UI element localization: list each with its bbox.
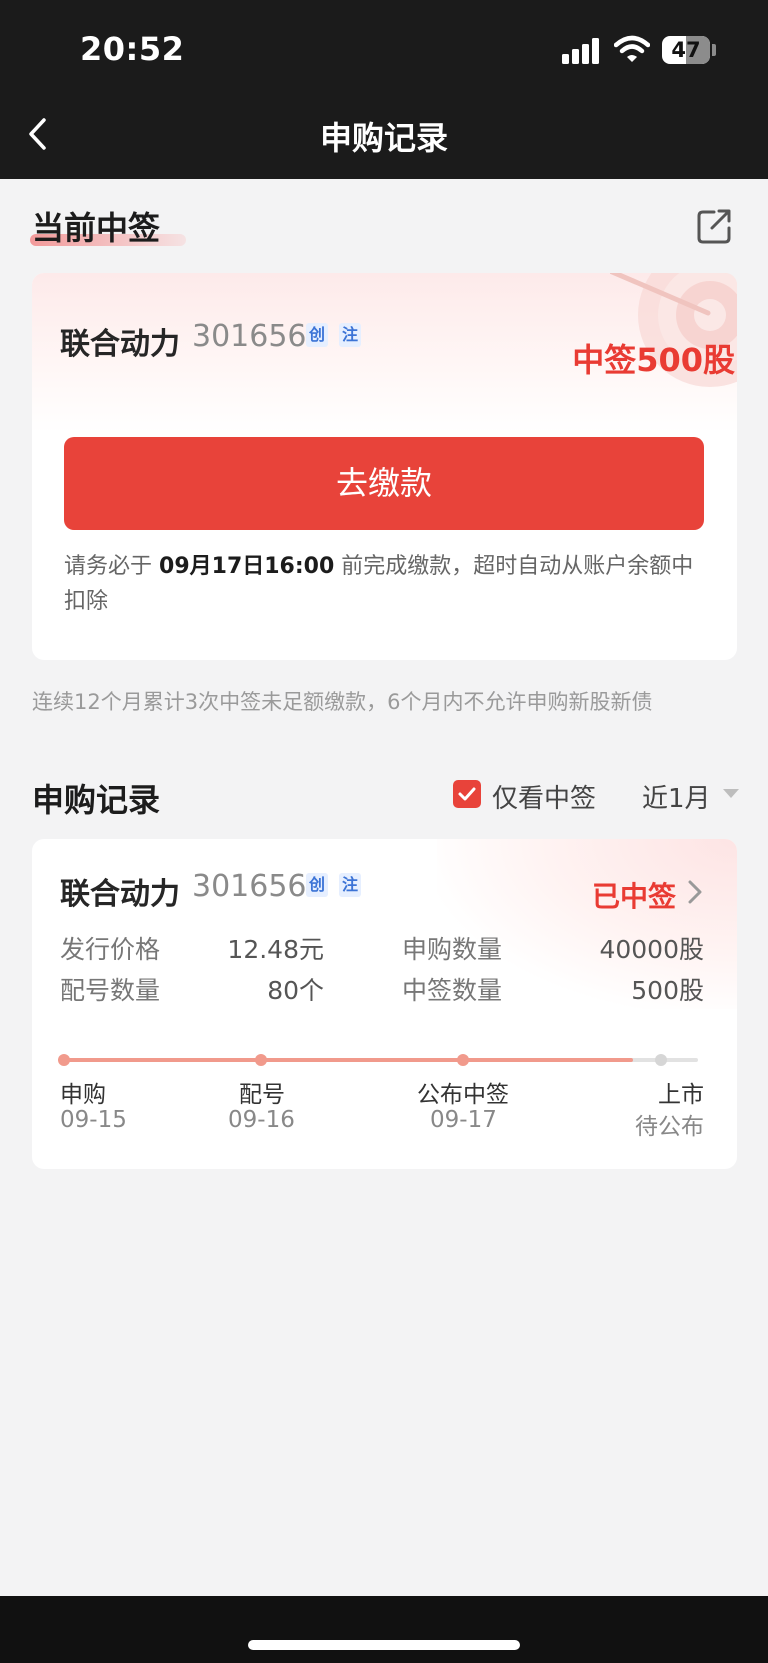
- step-label-listing: 上市: [658, 1082, 704, 1108]
- won-shares: 中签500股: [572, 341, 735, 379]
- issue-price-value: 12.48元: [227, 935, 324, 964]
- record-card[interactable]: 联合动力 301656 创 注 已中签 发行价格 12.48元 申购数量 400…: [32, 839, 737, 1169]
- step-date-apply: 09-15: [60, 1107, 127, 1133]
- stock-code: 301656: [192, 869, 307, 904]
- caret-down-icon[interactable]: [723, 789, 739, 798]
- step-dot-announce: [457, 1054, 469, 1066]
- stock-name: 联合动力: [60, 327, 180, 362]
- records-title: 申购记录: [32, 781, 161, 819]
- current-win-card: 联合动力 301656 创 注 中签500股 去缴款 请务必于 09月17日16…: [32, 273, 737, 660]
- step-date-allot: 09-16: [228, 1107, 295, 1133]
- step-date-announce: 09-17: [430, 1107, 497, 1133]
- battery-level: 47: [671, 38, 701, 62]
- win-qty-value: 500股: [631, 976, 704, 1005]
- battery-icon: 47: [662, 36, 710, 64]
- tag-chuang: 创: [306, 873, 328, 897]
- notice-prefix: 请务必于: [64, 554, 153, 579]
- top-bar: 20:52 47 申购记录: [0, 0, 768, 179]
- home-bar: [0, 1596, 768, 1663]
- tag-chuang: 创: [306, 323, 328, 347]
- step-dot-apply: [58, 1054, 70, 1066]
- tag-zhu: 注: [339, 873, 361, 897]
- alloc-no-value: 80个: [267, 976, 324, 1005]
- share-icon[interactable]: [694, 206, 734, 246]
- status-time: 20:52: [80, 30, 185, 68]
- warning-text: 连续12个月累计3次中签未足额缴款，6个月内不允许申购新股新债: [32, 690, 653, 714]
- home-indicator[interactable]: [248, 1640, 520, 1650]
- pay-button[interactable]: 去缴款: [64, 437, 704, 530]
- step-label-announce: 公布中签: [417, 1082, 509, 1108]
- filter-checkbox[interactable]: [453, 780, 481, 808]
- alloc-no-label: 配号数量: [60, 976, 161, 1005]
- notice-deadline: 09月17日16:00: [159, 554, 335, 579]
- cellular-signal-icon: [562, 38, 602, 64]
- chevron-right-icon[interactable]: [687, 879, 703, 905]
- step-dot-allot: [255, 1054, 267, 1066]
- page-title: 申购记录: [319, 119, 448, 157]
- step-dot-listing: [655, 1054, 667, 1066]
- step-date-listing: 待公布: [635, 1114, 704, 1140]
- payment-notice: 请务必于 09月17日16:00 前完成缴款，超时自动从账户余额中扣除: [64, 549, 709, 619]
- stock-name: 联合动力: [60, 877, 180, 912]
- issue-price-label: 发行价格: [60, 935, 161, 964]
- battery-cap: [712, 44, 716, 56]
- status-badge[interactable]: 已中签: [592, 875, 676, 915]
- current-win-title: 当前中签: [32, 209, 161, 247]
- step-label-apply: 申购: [60, 1082, 106, 1108]
- tag-zhu: 注: [339, 323, 361, 347]
- filter-label[interactable]: 仅看中签: [492, 778, 596, 815]
- apply-qty-value: 40000股: [599, 935, 704, 964]
- wifi-icon: [614, 35, 650, 62]
- apply-qty-label: 申购数量: [402, 935, 503, 964]
- progress-fill: [68, 1058, 633, 1062]
- win-qty-label: 中签数量: [402, 976, 503, 1005]
- period-selector[interactable]: 近1月: [642, 778, 711, 815]
- stock-code: 301656: [192, 319, 307, 354]
- step-label-allot: 配号: [239, 1082, 285, 1108]
